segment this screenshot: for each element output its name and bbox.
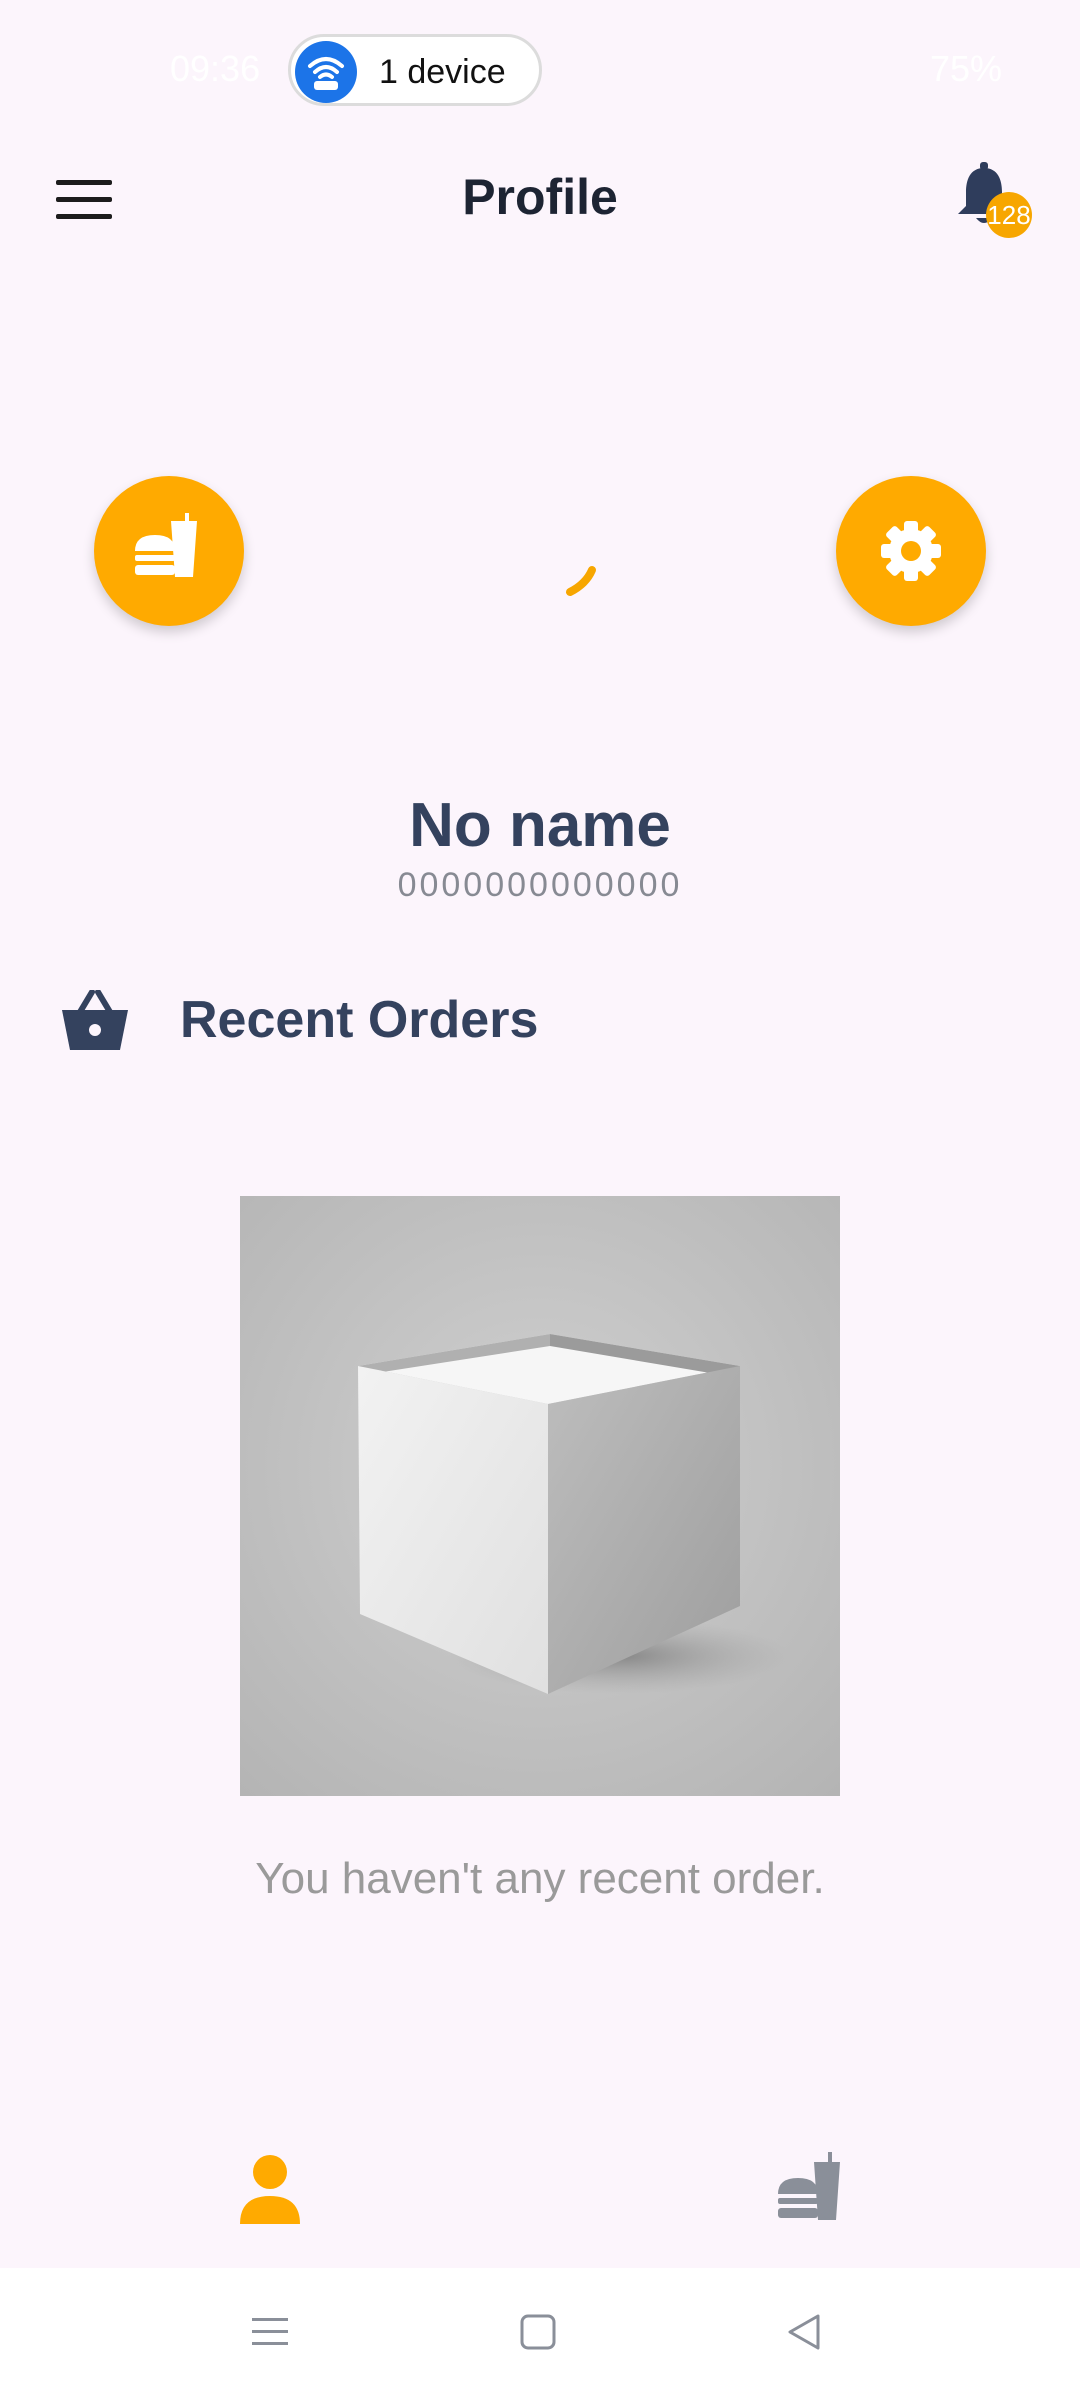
- menu-shortcut-button[interactable]: [94, 476, 244, 626]
- profile-phone: 0000000000000: [397, 866, 683, 904]
- status-time: 09:36: [170, 48, 261, 89]
- profile-name: No name: [409, 791, 671, 860]
- notifications-button[interactable]: 128: [952, 162, 1032, 242]
- wifi-hotspot-icon: [295, 41, 357, 103]
- loading-spinner: [540, 560, 600, 625]
- gear-icon: [881, 521, 941, 581]
- empty-orders-message: You haven't any recent order.: [255, 1854, 825, 1903]
- recents-icon[interactable]: [250, 2312, 290, 2357]
- fast-food-icon: [135, 513, 197, 577]
- hotspot-pill[interactable]: 1 device: [288, 34, 542, 106]
- system-navigation-bar: [0, 2268, 1080, 2400]
- nav-profile-tab[interactable]: [232, 2152, 308, 2233]
- home-icon[interactable]: [518, 2312, 558, 2357]
- recent-orders-title: Recent Orders: [180, 991, 539, 1049]
- profile-screen: 09:36 1 device 75% Profile 128 No name 0…: [0, 0, 1080, 2400]
- battery-level: 75%: [929, 48, 1002, 89]
- page-title: Profile: [462, 169, 618, 225]
- hotspot-label: 1 device: [379, 53, 506, 91]
- notification-badge: 128: [986, 192, 1032, 238]
- basket-icon: [60, 989, 130, 1057]
- settings-button[interactable]: [836, 476, 986, 626]
- bottom-navigation: [0, 2110, 1080, 2266]
- back-icon[interactable]: [784, 2312, 824, 2357]
- empty-orders-image: [240, 1196, 840, 1796]
- status-bar: 09:36 1 device 75%: [0, 0, 1080, 140]
- person-icon: [240, 2155, 300, 2224]
- app-bar: Profile 128: [0, 140, 1080, 260]
- nav-menu-tab[interactable]: [774, 2152, 850, 2233]
- fast-food-icon: [778, 2152, 840, 2220]
